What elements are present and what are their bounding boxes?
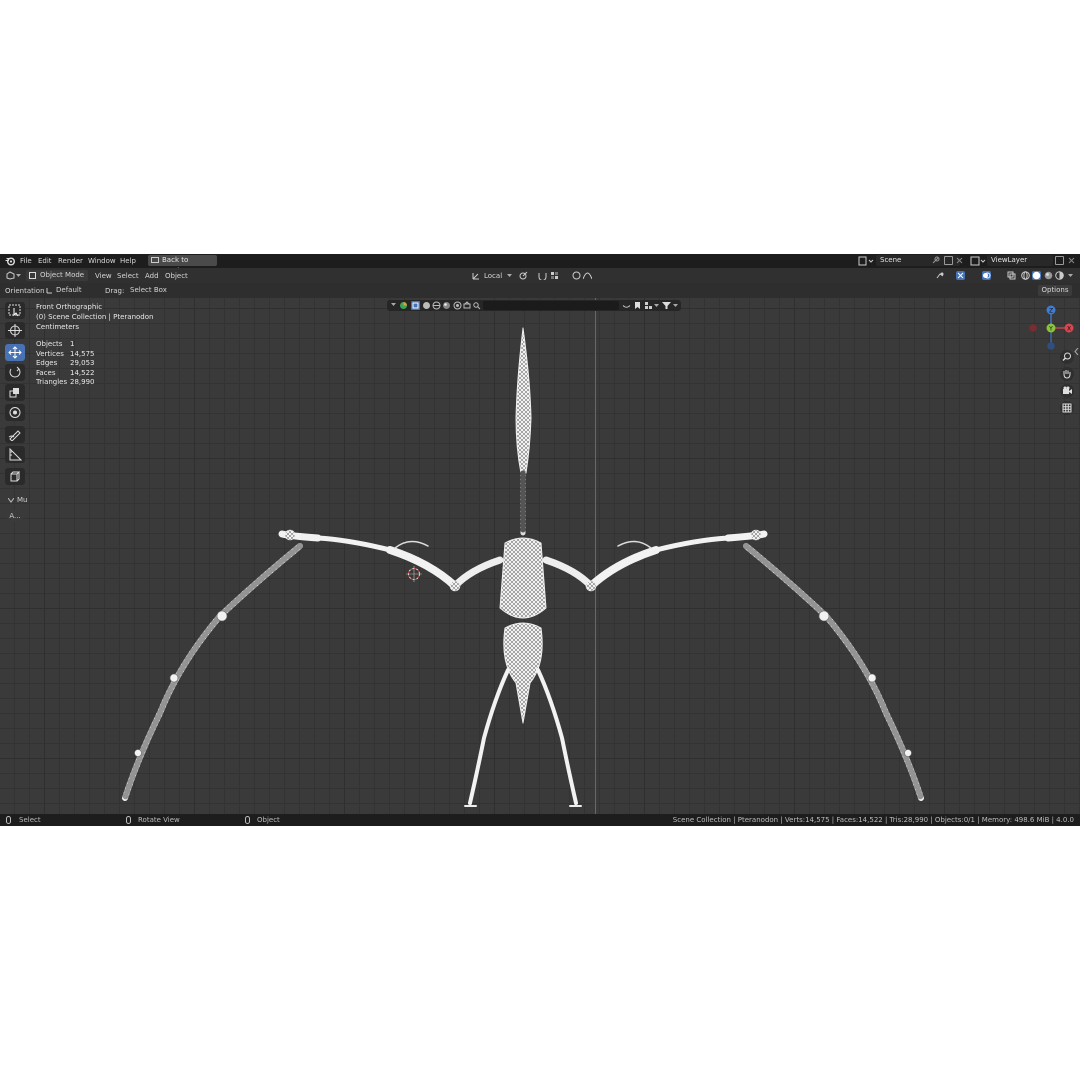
- scene-selector-icon[interactable]: [858, 256, 874, 266]
- transform-orientation-icon[interactable]: [472, 271, 481, 280]
- falloff-icon[interactable]: [583, 271, 592, 280]
- drag-dropdown[interactable]: Select Box: [126, 285, 170, 296]
- snap-target-icon[interactable]: [550, 271, 559, 280]
- new-view-layer-icon[interactable]: [1055, 256, 1064, 265]
- pin-icon[interactable]: [931, 256, 940, 265]
- rendered-shading-icon[interactable]: [1055, 271, 1064, 280]
- drag-value: Select Box: [130, 286, 167, 294]
- xray-toggle-icon[interactable]: [1007, 271, 1016, 280]
- axis-icon: [46, 288, 52, 294]
- menu-help[interactable]: Help: [120, 256, 136, 266]
- orientation-dropdown[interactable]: Default: [44, 285, 99, 296]
- menu-view[interactable]: View: [95, 271, 112, 281]
- options-label: Options: [1041, 286, 1069, 294]
- object-mode-icon: [29, 272, 36, 279]
- close-icon[interactable]: [956, 257, 963, 264]
- view-layer-selector-icon[interactable]: [970, 256, 986, 266]
- mouse-middle-icon: [126, 816, 131, 824]
- top-menu-bar: File Edit Render Window Help Back to Pre…: [0, 254, 1080, 275]
- solid-shading-icon[interactable]: [1032, 271, 1041, 280]
- mode-label: Object Mode: [40, 271, 85, 279]
- snap-icon[interactable]: [538, 271, 547, 280]
- visibility-icon[interactable]: [936, 271, 945, 280]
- new-scene-icon[interactable]: [944, 256, 953, 265]
- menu-file[interactable]: File: [20, 256, 32, 266]
- status-rotate: Rotate View: [138, 816, 180, 824]
- back-to-previous-button[interactable]: Back to Previous: [148, 255, 217, 275]
- status-select: Select: [19, 816, 41, 824]
- options-button[interactable]: Options: [1038, 285, 1072, 296]
- menu-add[interactable]: Add: [145, 271, 159, 281]
- wireframe-shading-icon[interactable]: [1021, 271, 1030, 280]
- gizmo-toggle-icon[interactable]: [956, 271, 965, 280]
- mouse-left-icon: [6, 816, 11, 824]
- mode-dropdown[interactable]: Object Mode: [26, 270, 88, 281]
- status-object: Object: [257, 816, 280, 824]
- viewport-header: Object Mode View Select Add Object Local: [0, 268, 1080, 283]
- overlays-toggle-icon[interactable]: [982, 271, 991, 280]
- menu-window[interactable]: Window: [88, 256, 116, 266]
- view-layer-name: ViewLayer: [991, 256, 1028, 264]
- pteranodon-skeleton-mesh[interactable]: [0, 298, 1080, 814]
- view-layer-field[interactable]: ViewLayer: [987, 255, 1053, 266]
- menu-object[interactable]: Object: [165, 271, 188, 281]
- editor-type-icon[interactable]: [6, 271, 15, 280]
- transform-space-label[interactable]: Local: [484, 271, 502, 281]
- pivot-point-icon[interactable]: [519, 271, 528, 280]
- chevron-down-icon[interactable]: [1068, 274, 1073, 278]
- proportional-editing-icon[interactable]: [572, 271, 581, 280]
- drag-label: Drag:: [105, 287, 125, 295]
- screen-icon: [151, 257, 159, 263]
- menu-select[interactable]: Select: [117, 271, 139, 281]
- orientation-label: Orientation:: [5, 287, 47, 295]
- 3d-viewport[interactable]: Mu A... Front Orthographic (0) Scene Col…: [0, 298, 1080, 814]
- orientation-value: Default: [56, 286, 82, 294]
- material-shading-icon[interactable]: [1044, 271, 1053, 280]
- chevron-down-icon: [16, 274, 21, 277]
- menu-render[interactable]: Render: [58, 256, 83, 266]
- menu-edit[interactable]: Edit: [38, 256, 52, 266]
- blender-logo-icon[interactable]: [5, 256, 15, 266]
- mouse-right-icon: [245, 816, 250, 824]
- status-bar: Select Rotate View Object Scene Collecti…: [0, 814, 1080, 826]
- close-icon[interactable]: [1068, 257, 1075, 264]
- scene-name: Scene: [880, 256, 902, 264]
- scene-statistics: Scene Collection | Pteranodon | Verts:14…: [672, 816, 1074, 824]
- 3d-cursor-icon: [406, 566, 422, 582]
- blender-window: File Edit Render Window Help Back to Pre…: [0, 254, 1080, 826]
- tool-settings-bar: Orientation: Default Drag: Select Box Op…: [0, 283, 1080, 298]
- chevron-down-icon: [507, 274, 512, 277]
